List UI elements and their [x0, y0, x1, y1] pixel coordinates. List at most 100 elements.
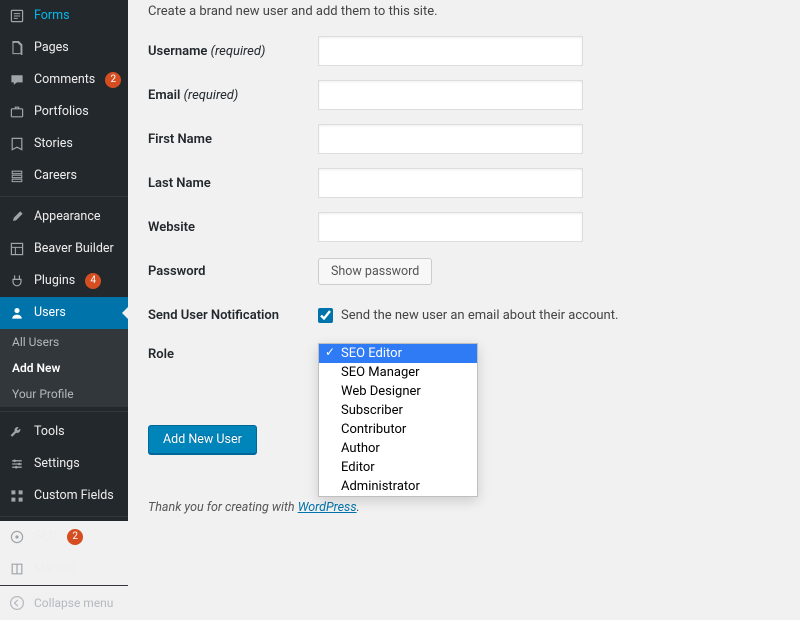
- sidebar-item-stories[interactable]: Stories: [0, 128, 128, 160]
- sidebar-item-label: Manual: [34, 563, 75, 576]
- submenu-item-add-new[interactable]: Add New: [0, 355, 128, 381]
- role-option[interactable]: SEO Editor: [319, 344, 477, 363]
- footer-credit: Thank you for creating with WordPress.: [148, 500, 360, 515]
- submenu-item-your-profile[interactable]: Your Profile: [0, 381, 128, 407]
- website-input[interactable]: [318, 212, 583, 242]
- row-notification: Send User Notification Send the new user…: [148, 293, 780, 337]
- form-icon: [8, 7, 26, 25]
- user-icon: [8, 304, 26, 322]
- admin-sidebar: Forms Pages Comments 2 Portfolios Stories Care…: [0, 0, 128, 521]
- sidebar-item-seo[interactable]: SEO 2: [0, 521, 128, 553]
- row-website: Website: [148, 205, 780, 249]
- sidebar-item-comments[interactable]: Comments 2: [0, 64, 128, 96]
- sidebar-item-careers[interactable]: Careers: [0, 160, 128, 192]
- firstname-input[interactable]: [318, 124, 583, 154]
- sidebar-item-tools[interactable]: Tools: [0, 416, 128, 448]
- sidebar-item-label: Careers: [34, 170, 77, 183]
- sidebar-item-label: Tools: [34, 426, 65, 439]
- lastname-label: Last Name: [148, 176, 318, 191]
- sidebar-item-users[interactable]: Users: [0, 297, 128, 329]
- grid-icon: [8, 487, 26, 505]
- page-icon: [8, 39, 26, 57]
- page-intro: Create a brand new user and add them to …: [148, 4, 780, 29]
- role-dropdown-open[interactable]: SEO EditorSEO ManagerWeb DesignerSubscri…: [318, 343, 478, 497]
- email-label: Email (required): [148, 88, 318, 103]
- role-option[interactable]: Author: [319, 439, 477, 458]
- row-email: Email (required): [148, 73, 780, 117]
- plug-icon: [8, 272, 26, 290]
- book-icon: [8, 560, 26, 578]
- brush-icon: [8, 208, 26, 226]
- role-option[interactable]: Web Designer: [319, 382, 477, 401]
- menu-separator: [0, 196, 128, 197]
- role-option[interactable]: Administrator: [319, 477, 477, 496]
- role-option[interactable]: Editor: [319, 458, 477, 477]
- layout-icon: [8, 240, 26, 258]
- sidebar-item-label: Users: [34, 307, 66, 320]
- sidebar-submenu: All UsersAdd NewYour Profile: [0, 329, 128, 407]
- sidebar-badge: 4: [85, 273, 101, 289]
- add-new-user-button[interactable]: Add New User: [148, 425, 257, 454]
- sidebar-item-label: Settings: [34, 458, 80, 471]
- sidebar-item-pages[interactable]: Pages: [0, 32, 128, 64]
- sidebar-item-label: Appearance: [34, 211, 101, 224]
- firstname-label: First Name: [148, 132, 318, 147]
- notification-label: Send User Notification: [148, 308, 318, 323]
- collapse-menu-button[interactable]: Collapse menu: [0, 585, 128, 620]
- seo-icon: [8, 528, 26, 546]
- sidebar-item-label: Plugins: [34, 275, 75, 288]
- email-input[interactable]: [318, 80, 583, 110]
- sidebar-badge: 2: [67, 529, 83, 545]
- sidebar-item-forms[interactable]: Forms: [0, 0, 128, 32]
- lastname-input[interactable]: [318, 168, 583, 198]
- username-label: Username (required): [148, 44, 318, 59]
- collapse-icon: [8, 594, 26, 612]
- sidebar-item-portfolios[interactable]: Portfolios: [0, 96, 128, 128]
- role-option[interactable]: Contributor: [319, 420, 477, 439]
- sidebar-item-manual[interactable]: Manual: [0, 553, 128, 585]
- row-role: Role SEO EditorSEO ManagerWeb DesignerSu…: [148, 337, 780, 381]
- show-password-button[interactable]: Show password: [318, 258, 432, 285]
- submenu-item-all-users[interactable]: All Users: [0, 329, 128, 355]
- menu-separator: [0, 516, 128, 517]
- sidebar-item-appearance[interactable]: Appearance: [0, 201, 128, 233]
- sidebar-item-settings[interactable]: Settings: [0, 448, 128, 480]
- sidebar-item-label: Beaver Builder: [34, 243, 114, 256]
- role-options-list: SEO EditorSEO ManagerWeb DesignerSubscri…: [319, 344, 477, 496]
- sidebar-item-plugins[interactable]: Plugins 4: [0, 265, 128, 297]
- role-option[interactable]: SEO Manager: [319, 363, 477, 382]
- sidebar-badge: 2: [105, 72, 121, 88]
- sidebar-item-label: Pages: [34, 42, 69, 55]
- role-label: Role: [148, 343, 318, 362]
- sliders-icon: [8, 455, 26, 473]
- sidebar-item-label: Comments: [34, 74, 95, 87]
- row-lastname: Last Name: [148, 161, 780, 205]
- sidebar-item-label: Custom Fields: [34, 490, 114, 503]
- sidebar-menu: Forms Pages Comments 2 Portfolios Stories Care…: [0, 0, 128, 585]
- sidebar-item-label: Portfolios: [34, 106, 89, 119]
- menu-separator: [0, 411, 128, 412]
- wordpress-link[interactable]: WordPress: [298, 500, 357, 515]
- username-input[interactable]: [318, 36, 583, 66]
- notification-checkbox[interactable]: [318, 308, 333, 323]
- sidebar-item-label: Stories: [34, 138, 73, 151]
- sidebar-item-label: Forms: [34, 10, 70, 23]
- password-label: Password: [148, 264, 318, 279]
- portfolio-icon: [8, 103, 26, 121]
- website-label: Website: [148, 220, 318, 235]
- sidebar-item-label: SEO: [34, 531, 57, 544]
- career-icon: [8, 167, 26, 185]
- story-icon: [8, 135, 26, 153]
- sidebar-item-custom-fields[interactable]: Custom Fields: [0, 480, 128, 512]
- add-user-form: Username (required) Email (required) Fir…: [148, 29, 780, 454]
- notification-text[interactable]: Send the new user an email about their a…: [341, 308, 618, 323]
- comment-icon: [8, 71, 26, 89]
- row-firstname: First Name: [148, 117, 780, 161]
- main-content: Create a brand new user and add them to …: [128, 0, 800, 521]
- row-password: Password Show password: [148, 249, 780, 293]
- wrench-icon: [8, 423, 26, 441]
- row-username: Username (required): [148, 29, 780, 73]
- role-option[interactable]: Subscriber: [319, 401, 477, 420]
- sidebar-item-beaver-builder[interactable]: Beaver Builder: [0, 233, 128, 265]
- collapse-menu-label: Collapse menu: [34, 597, 113, 609]
